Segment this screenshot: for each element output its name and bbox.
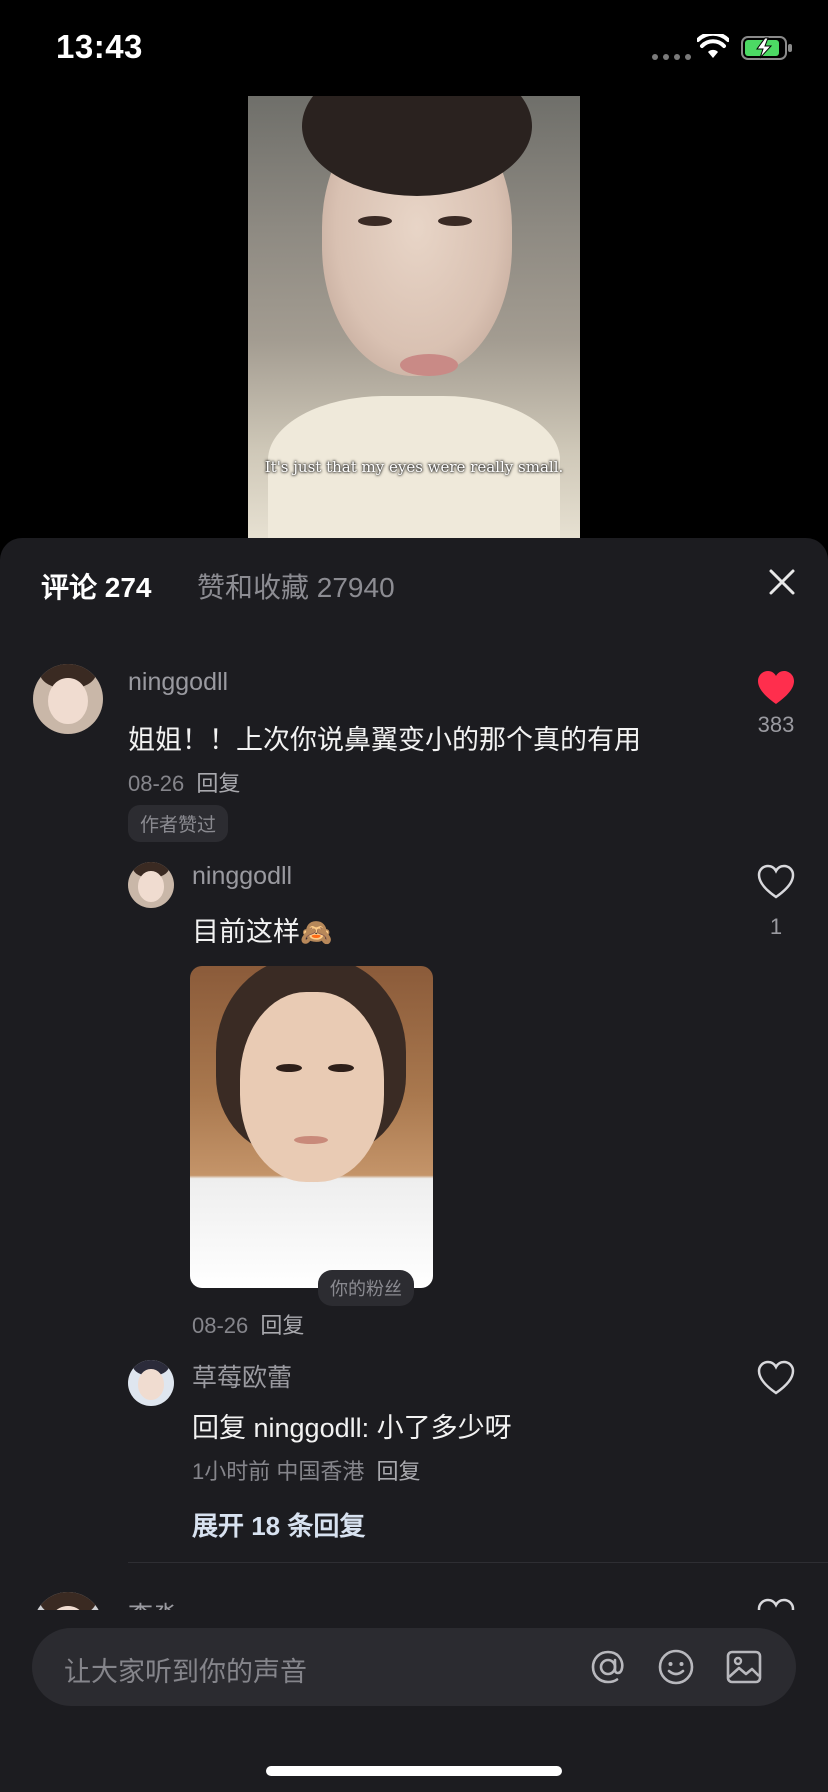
reply-text[interactable]: 回复 ninggodll: 小了多少呀 [192,1406,512,1445]
heart-outline-icon[interactable] [756,862,796,902]
heart-filled-icon[interactable] [756,668,796,708]
like-count: 1 [769,914,783,939]
reply-button[interactable]: 回复 [196,771,240,796]
avatar[interactable] [33,664,103,734]
video-subtitle: It's just that my eyes were really small… [264,458,564,476]
reply-meta: 1小时前 中国香港 回复 [192,1454,421,1486]
home-indicator[interactable] [266,1766,562,1776]
close-icon[interactable] [762,562,802,602]
avatar[interactable] [33,1592,103,1610]
comment-list[interactable]: ninggodll 姐姐！！上次你说鼻翼变小的那个真的有用 08-26 回复 作… [0,638,828,1610]
status-time: 13:43 [56,28,143,65]
mention-icon[interactable] [588,1647,628,1687]
reply-username[interactable]: ninggodll [192,862,292,891]
comment-username[interactable]: ninggodll [128,668,228,697]
video-eye-left [358,216,392,226]
video-eye-right [438,216,472,226]
video-player[interactable]: It's just that my eyes were really small… [0,96,828,540]
avatar[interactable] [128,862,174,908]
wifi-icon [697,34,729,58]
emoji-icon: 🙈 [300,917,333,947]
expand-replies-button[interactable]: 展开 18 条回复 [192,1506,365,1543]
comment-input-placeholder: 让大家听到你的声音 [64,1657,307,1687]
reply-image[interactable] [190,966,433,1288]
reply-time-location: 1小时前 中国香港 [192,1459,365,1484]
video-lips [400,354,458,376]
comment-text[interactable]: 姐姐！！上次你说鼻翼变小的那个真的有用 [128,718,641,757]
comment-date: 08-26 [128,771,185,796]
heart-outline-icon[interactable] [756,1596,796,1610]
reply-button[interactable]: 回复 [376,1459,420,1484]
reply-text-content: 目前这样 [192,917,300,947]
divider [128,1562,828,1563]
comment-input[interactable]: 让大家听到你的声音 [32,1628,796,1706]
comment-meta: 08-26 回复 [128,766,240,798]
reply-meta: 08-26 回复 [192,1308,304,1340]
cellular-signal-icon [652,54,691,60]
emoji-smile-icon[interactable] [656,1647,696,1687]
image-upload-icon[interactable] [724,1647,764,1687]
avatar[interactable] [128,1360,174,1406]
status-bar: 13:43 [0,0,828,96]
reply-username[interactable]: 草莓欧蕾 [192,1358,292,1394]
battery-charging-icon [741,36,792,60]
fan-badge: 你的粉丝 [318,1270,414,1306]
like-count: 383 [757,712,795,737]
tab-comments[interactable]: 评论 274 [41,566,152,606]
author-liked-badge: 作者赞过 [128,805,229,842]
comment-username[interactable]: 李淼 [128,1596,178,1610]
tab-likes-favorites[interactable]: 赞和收藏 27940 [197,566,395,606]
reply-button[interactable]: 回复 [260,1313,304,1338]
heart-outline-icon[interactable] [756,1358,796,1398]
reply-text[interactable]: 目前这样🙈 [192,910,332,949]
video-thumbnail[interactable]: It's just that my eyes were really small… [248,96,580,540]
comments-panel: 评论 274 赞和收藏 27940 ninggodll 姐姐！！上次你说鼻翼变小… [0,538,828,1792]
reply-date: 08-26 [192,1313,249,1338]
